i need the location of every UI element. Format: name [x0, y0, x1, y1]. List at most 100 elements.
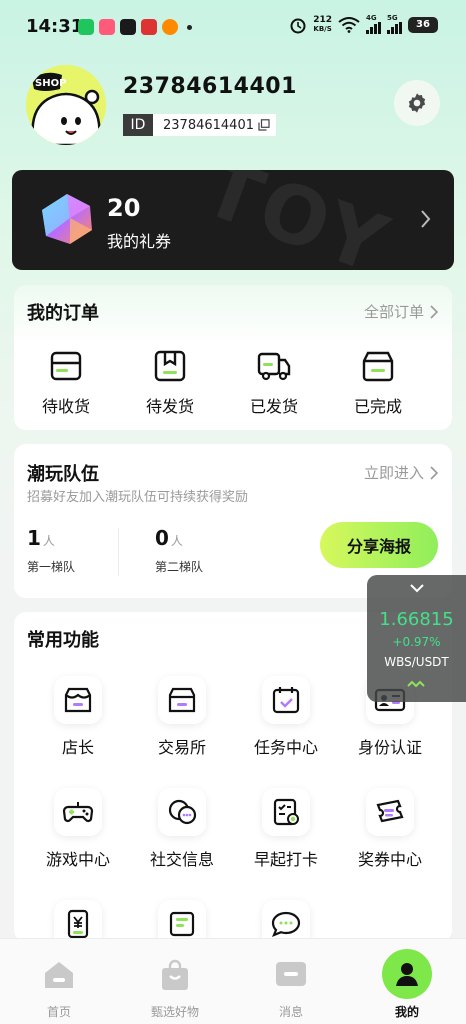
func-label: 身份认证	[357, 738, 422, 757]
gamepad-icon	[54, 788, 102, 836]
settings-button[interactable]	[394, 80, 440, 126]
gear-icon	[408, 93, 426, 113]
tier2-stat: 0人 第二梯队	[155, 526, 203, 575]
func-social-info[interactable]: 社交信息	[130, 788, 234, 870]
notification-icons	[78, 19, 192, 35]
functions-title: 常用功能	[27, 630, 99, 651]
app-notification-icon	[99, 19, 115, 35]
tier2-count: 0	[155, 526, 169, 550]
nav-label: 我的	[394, 1005, 419, 1019]
status-bar: 14:31 212 KB/S 4G 5G 36	[0, 0, 466, 52]
orders-title: 我的订单	[27, 303, 99, 324]
signal-2: 5G	[387, 15, 402, 34]
inbox-icon	[50, 351, 82, 381]
tier1-label: 第一梯队	[27, 560, 76, 574]
order-item-label: 待收货	[41, 397, 90, 416]
func-label: 店长	[61, 738, 94, 757]
nav-selected-goods[interactable]: 甄选好物	[117, 939, 233, 1024]
team-subtitle: 招募好友加入潮玩队伍可持续获得奖励	[27, 490, 249, 505]
chevron-right-icon	[421, 210, 431, 228]
exchange-store-icon	[158, 676, 206, 724]
chevron-right-icon	[430, 304, 438, 319]
net-type-label: 4G	[366, 14, 377, 22]
all-orders-link[interactable]: 全部订单	[364, 301, 438, 322]
all-orders-label: 全部订单	[363, 303, 424, 321]
nav-profile[interactable]: 我的	[349, 939, 465, 1024]
profile-icon	[382, 949, 432, 999]
wechat-icon	[78, 19, 94, 35]
func-early-checkin[interactable]: 早起打卡	[234, 788, 338, 870]
status-right: 212 KB/S 4G 5G 36	[289, 15, 438, 34]
nav-label: 消息	[278, 1005, 303, 1019]
order-status-row: 待收货 待发货 已发货 已完成	[14, 349, 452, 417]
home-icon	[39, 955, 79, 995]
wifi-icon	[338, 16, 360, 33]
chevron-down-icon[interactable]	[409, 583, 425, 593]
copy-icon[interactable]	[258, 119, 270, 131]
nav-home[interactable]: 首页	[1, 939, 117, 1024]
net-speed-unit: KB/S	[313, 24, 332, 33]
order-item-label: 已完成	[353, 397, 402, 416]
coupon-card[interactable]: TOY	[12, 170, 454, 270]
func-ticket-center[interactable]: 奖券中心	[338, 788, 442, 870]
store-icon	[54, 676, 102, 724]
team-title: 潮玩队伍	[27, 464, 99, 485]
package-icon	[154, 350, 186, 382]
username: 23784614401	[123, 74, 297, 99]
signal-bars-icon	[387, 22, 402, 34]
alarm-icon	[290, 18, 306, 33]
avatar[interactable]: SHOP	[26, 65, 106, 145]
join-team-label: 立即进入	[363, 464, 424, 482]
app-notification-icon	[162, 19, 178, 35]
func-label: 社交信息	[149, 850, 214, 869]
func-store-manager[interactable]: 店长	[26, 676, 130, 758]
func-label: 奖券中心	[357, 850, 422, 869]
news-app-icon	[141, 19, 157, 35]
ticket-icon	[366, 788, 414, 836]
ticker-price: 1.66815	[379, 609, 454, 630]
ticker-pair: WBS/USDT	[384, 655, 449, 669]
id-value-box[interactable]: 23784614401	[153, 114, 276, 136]
coupon-watermark: TOY	[191, 170, 402, 270]
tier2-label: 第二梯队	[155, 560, 204, 574]
message-icon	[271, 955, 311, 995]
order-item-label: 已发货	[249, 397, 298, 416]
func-label: 任务中心	[253, 738, 318, 757]
chat-bubbles-icon	[158, 788, 206, 836]
tier2-unit: 人	[170, 534, 183, 548]
func-exchange[interactable]: 交易所	[130, 676, 234, 758]
status-time: 14:31	[26, 16, 84, 37]
ticker-change: +0.97%	[392, 635, 441, 649]
func-label: 游戏中心	[45, 850, 110, 869]
share-poster-button[interactable]: 分享海报	[320, 522, 438, 568]
net-type-label: 5G	[387, 14, 398, 22]
checklist-icon	[262, 788, 310, 836]
shopping-bag-icon	[155, 955, 195, 995]
tier1-stat: 1人 第一梯队	[27, 526, 75, 575]
order-pending-receipt[interactable]: 待收货	[14, 349, 118, 417]
nav-label: 甄选好物	[150, 1005, 199, 1019]
order-pending-shipment[interactable]: 待发货	[118, 349, 222, 417]
order-completed[interactable]: 已完成	[326, 349, 430, 417]
price-ticker-widget[interactable]: 1.66815 +0.97% WBS/USDT	[367, 575, 466, 702]
func-game-center[interactable]: 游戏中心	[26, 788, 130, 870]
func-label: 交易所	[157, 738, 206, 757]
signal-1: 4G	[366, 15, 381, 34]
gem-icon	[42, 194, 92, 244]
id-value: 23784614401	[163, 117, 254, 133]
truck-icon	[257, 352, 291, 381]
nav-messages[interactable]: 消息	[233, 939, 349, 1024]
box-done-icon	[362, 351, 394, 382]
user-id-row: ID 23784614401	[123, 114, 276, 136]
net-speed-value: 212	[313, 14, 332, 25]
join-team-link[interactable]: 立即进入	[364, 462, 438, 483]
net-speed: 212 KB/S	[313, 14, 332, 34]
battery-indicator: 36	[408, 16, 438, 33]
tier1-unit: 人	[42, 534, 55, 548]
orders-card: 我的订单 全部订单 待收货 待发货 已发货 已完成	[14, 285, 452, 430]
order-shipped[interactable]: 已发货	[222, 349, 326, 417]
calendar-check-icon	[262, 676, 310, 724]
func-task-center[interactable]: 任务中心	[234, 676, 338, 758]
qq-icon	[120, 19, 136, 35]
coupon-label: 我的礼券	[107, 232, 172, 251]
